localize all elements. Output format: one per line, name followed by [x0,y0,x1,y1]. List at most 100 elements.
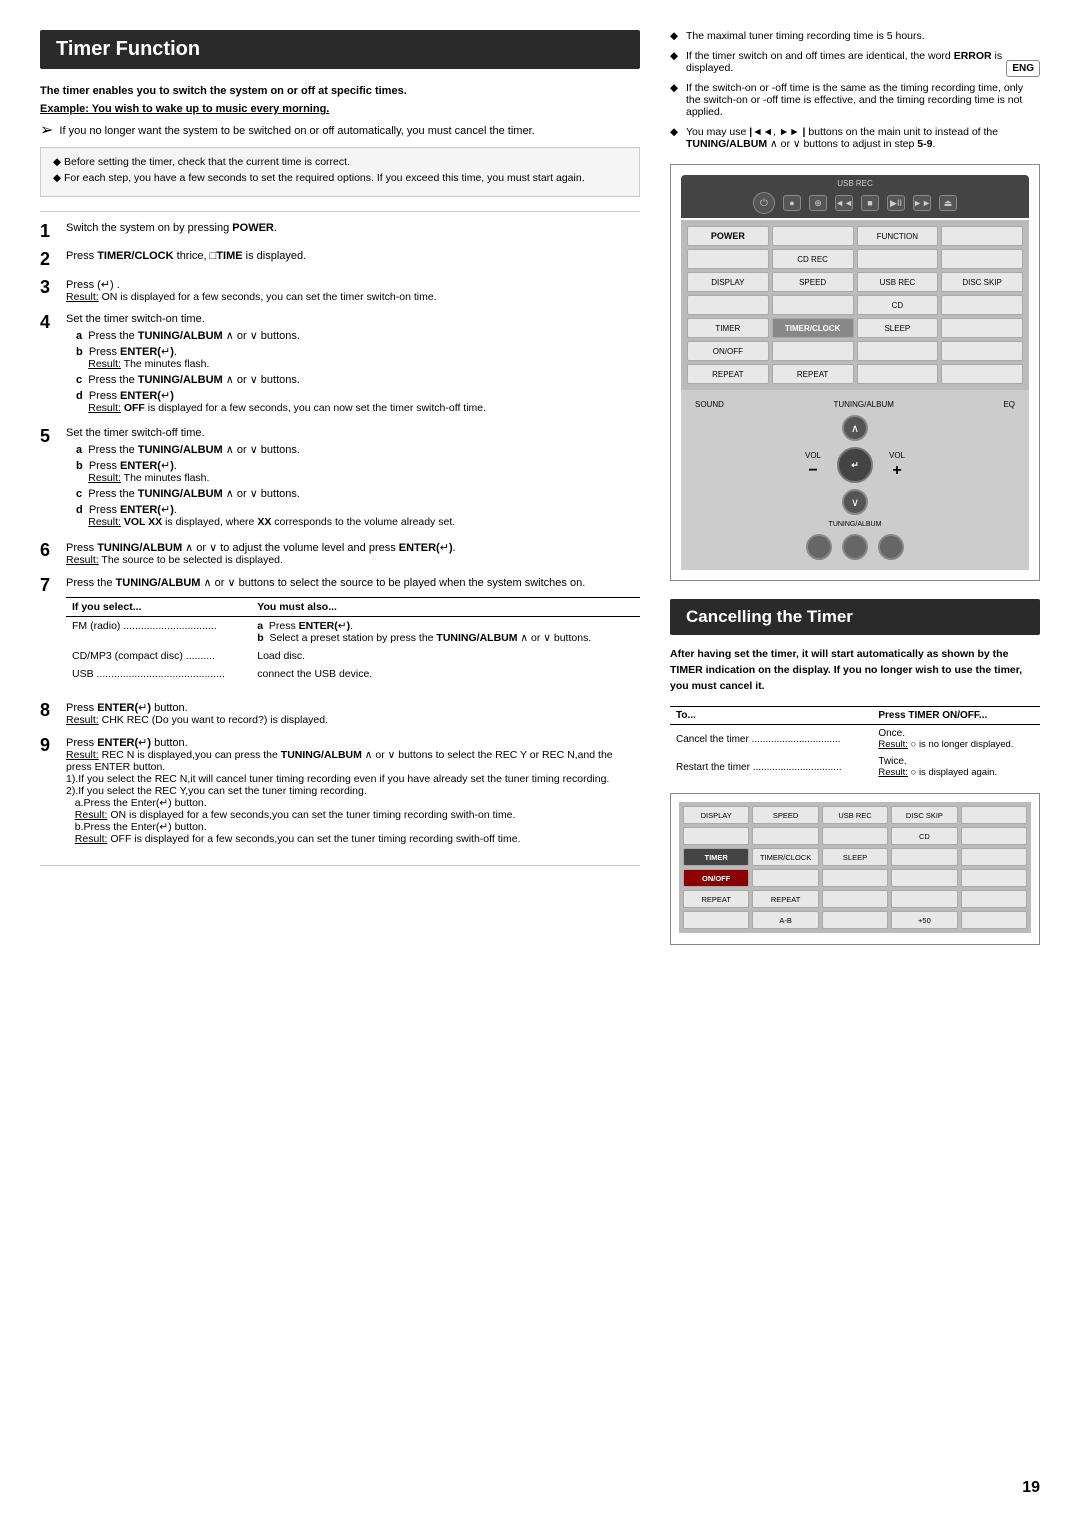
step-6-content: Press TUNING/ALBUM ∧ or ∨ to adjust the … [66,541,640,566]
remote-cd-key[interactable]: CD [857,295,939,315]
remote-disc-skip-key[interactable]: DISC SKIP [941,272,1023,292]
table-row: Cancel the timer .......................… [670,725,1040,754]
cancelling-table: To... Press TIMER ON/OFF... Cancel the t… [670,706,1040,781]
up-btn[interactable]: ∧ [842,415,868,441]
remote-empty-6 [687,295,769,315]
step-6: 6 Press TUNING/ALBUM ∧ or ∨ to adjust th… [40,541,640,566]
bullet-3: ◆ If the switch-on or -off time is the s… [670,82,1040,118]
steps-list: 1 Switch the system on by pressing POWER… [40,222,640,845]
remote-cd-rec-key[interactable]: CD REC [772,249,854,269]
r2-empty-5 [961,827,1027,845]
table-row: FM (radio) .............................… [66,617,640,648]
step-number-9: 9 [40,736,58,754]
vol-minus-btn[interactable]: − [808,462,817,480]
btn-bottom-1[interactable] [806,534,832,560]
table-row: USB ....................................… [66,665,640,683]
step-9-content: Press ENTER(↵) button. Result: REC N is … [66,736,640,845]
remote-display-key[interactable]: DISPLAY [687,272,769,292]
diamond-icon-1: ◆ [670,30,680,42]
step-3: 3 Press (↵) . Result: ON is displayed fo… [40,278,640,303]
btn-bottom-2[interactable] [842,534,868,560]
r2-empty-10 [891,869,957,887]
intro-bold: The timer enables you to switch the syst… [40,85,640,97]
step-7-content: Press the TUNING/ALBUM ∧ or ∨ buttons to… [66,576,640,691]
arrow-icon: ➢ [40,123,53,139]
r2-disc-skip-key[interactable]: DISC SKIP [891,806,957,824]
bullet-4: ◆ You may use |◄◄, ►► | buttons on the m… [670,126,1040,150]
remote-empty-4 [857,249,939,269]
remote-empty-14 [941,364,1023,384]
remote-repeat-1-key[interactable]: REPEAT [687,364,769,384]
r2-empty-14 [961,890,1027,908]
vol-left-label: VOL [805,451,821,460]
r2-display-key[interactable]: DISPLAY [683,806,749,824]
r2-usb-rec-key[interactable]: USB REC [822,806,888,824]
r2-empty-13 [891,890,957,908]
cancelling-desc: After having set the timer, it will star… [670,647,1040,694]
remote-timer-key[interactable]: TIMER [687,318,769,338]
r2-timer-clock-key[interactable]: TIMER/CLOCK [752,848,818,866]
remote-on-off-key[interactable]: ON/OFF [687,341,769,361]
record-btn-icon[interactable]: ● [783,195,801,211]
remote-repeat-2-key[interactable]: REPEAT [772,364,854,384]
step-number-2: 2 [40,250,58,268]
step-2: 2 Press TIMER/CLOCK thrice, □TIME is dis… [40,250,640,268]
r2-on-off-key[interactable]: ON/OFF [683,869,749,887]
sound-label: SOUND [695,400,724,409]
prev-btn-icon[interactable]: ◄◄ [835,195,853,211]
remote-empty-9 [941,318,1023,338]
r2-repeat-2-key[interactable]: REPEAT [752,890,818,908]
remote-power-key[interactable]: POWER [687,226,769,246]
note-box: ◆ Before setting the timer, check that t… [40,147,640,197]
r2-plus50-key[interactable]: +50 [891,911,957,929]
r2-repeat-1-key[interactable]: REPEAT [683,890,749,908]
power-btn-icon[interactable]: ⏻ [753,192,775,214]
step-number-6: 6 [40,541,58,559]
remote-empty-10 [772,341,854,361]
bullet-1: ◆ The maximal tuner timing recording tim… [670,30,1040,42]
remote-empty-13 [857,364,939,384]
usb-rec-label: USB REC [689,179,1021,188]
remote-usb-rec-key[interactable]: USB REC [857,272,939,292]
r2-empty-9 [822,869,888,887]
r2-empty-11 [961,869,1027,887]
remote-empty-2 [941,226,1023,246]
step-8-content: Press ENTER(↵) button. Result: CHK REC (… [66,701,640,726]
down-btn[interactable]: ∨ [842,489,868,515]
eject-btn-icon[interactable]: ⏏ [939,195,957,211]
tuning-album-label: TUNING/ALBUM [833,400,893,409]
diamond-icon-3: ◆ [670,82,680,118]
remote-sleep-key[interactable]: SLEEP [857,318,939,338]
next-btn-icon[interactable]: ►► [913,195,931,211]
table-row: CD/MP3 (compact disc) .......... Load di… [66,647,640,665]
eq-label: EQ [1003,400,1015,409]
remote-speed-key[interactable]: SPEED [772,272,854,292]
r2-speed-key[interactable]: SPEED [752,806,818,824]
r2-sleep-key[interactable]: SLEEP [822,848,888,866]
remote-empty-3 [687,249,769,269]
display-btn-icon[interactable]: ⊕ [809,195,827,211]
enter-btn[interactable]: ↵ [837,447,873,483]
r2-timer-key[interactable]: TIMER [683,848,749,866]
step-number-1: 1 [40,222,58,240]
intro-example: Example: You wish to wake up to music ev… [40,103,640,115]
step-9: 9 Press ENTER(↵) button. Result: REC N i… [40,736,640,845]
r2-empty-8 [752,869,818,887]
bullet-2: ◆ If the timer switch on and off times a… [670,50,1040,74]
step-3-content: Press (↵) . Result: ON is displayed for … [66,278,640,303]
step-7: 7 Press the TUNING/ALBUM ∧ or ∨ buttons … [40,576,640,691]
remote-timer-clock-key[interactable]: TIMER/CLOCK [772,318,854,338]
r2-empty-6 [891,848,957,866]
remote-function-key[interactable]: FUNCTION [857,226,939,246]
diamond-icon-2: ◆ [670,50,680,74]
step-number-8: 8 [40,701,58,719]
stop-btn-icon[interactable]: ■ [861,195,879,211]
r2-ab-key[interactable]: A-B [752,911,818,929]
btn-bottom-3[interactable] [878,534,904,560]
right-column: ◆ The maximal tuner timing recording tim… [670,30,1040,945]
step-number-7: 7 [40,576,58,594]
source-table: If you select... You must also... FM (ra… [66,597,640,683]
vol-plus-btn[interactable]: + [892,462,901,480]
r2-cd-key[interactable]: CD [891,827,957,845]
play-btn-icon[interactable]: ▶II [887,195,905,211]
